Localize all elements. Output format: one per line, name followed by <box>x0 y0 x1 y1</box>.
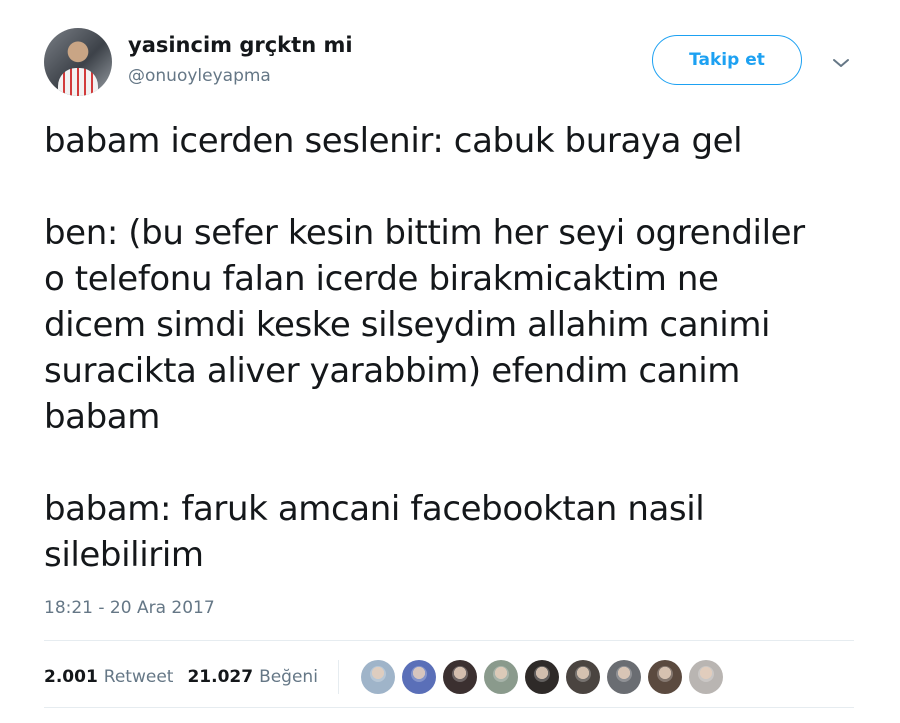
divider <box>44 640 854 641</box>
liker-avatar[interactable] <box>483 660 518 694</box>
user-handle[interactable]: @onuoyleyapma <box>128 66 271 86</box>
tweet-card: yasincim grçktn mi @onuoyleyapma Takip e… <box>0 0 900 723</box>
tweet-line: babam <box>44 397 160 437</box>
retweet-count: 2.001 <box>44 667 98 687</box>
tweet-line: babam: faruk amcani facebooktan nasil <box>44 489 705 529</box>
liker-avatar[interactable] <box>565 660 600 694</box>
tweet-text: babam icerden seslenir: cabuk buraya gel… <box>44 118 864 578</box>
liker-avatar[interactable] <box>606 660 641 694</box>
retweet-stat[interactable]: 2.001 Retweet <box>44 667 173 687</box>
liker-avatar[interactable] <box>401 660 436 694</box>
follow-button[interactable]: Takip et <box>652 35 802 85</box>
tweet-stats: 2.001 Retweet 21.027 Beğeni <box>44 660 730 694</box>
user-avatar[interactable] <box>44 28 112 96</box>
like-label: Beğeni <box>259 667 318 687</box>
stats-separator <box>337 660 339 694</box>
tweet-line: o telefonu falan icerde birakmicaktim ne <box>44 259 719 299</box>
tweet-line: suracikta aliver yarabbim) efendim canim <box>44 351 740 391</box>
divider <box>44 707 854 708</box>
avatar-shirt <box>58 68 98 96</box>
like-stat[interactable]: 21.027 Beğeni <box>187 667 317 687</box>
liker-avatar[interactable] <box>647 660 682 694</box>
liker-avatar[interactable] <box>442 660 477 694</box>
like-count: 21.027 <box>187 667 254 687</box>
tweet-timestamp[interactable]: 18:21 - 20 Ara 2017 <box>44 598 215 618</box>
chevron-down-icon[interactable] <box>828 50 854 76</box>
liker-avatar[interactable] <box>360 660 395 694</box>
retweet-label: Retweet <box>103 667 174 687</box>
tweet-line: silebilirim <box>44 535 204 575</box>
display-name[interactable]: yasincim grçktn mi <box>128 33 353 57</box>
tweet-line: ben: (bu sefer kesin bittim her seyi ogr… <box>44 213 805 253</box>
liker-avatar[interactable] <box>524 660 559 694</box>
tweet-line: dicem simdi keske silseydim allahim cani… <box>44 305 771 345</box>
liker-avatar[interactable] <box>688 660 723 694</box>
tweet-line: babam icerden seslenir: cabuk buraya gel <box>44 121 743 161</box>
likers-list <box>360 660 730 694</box>
